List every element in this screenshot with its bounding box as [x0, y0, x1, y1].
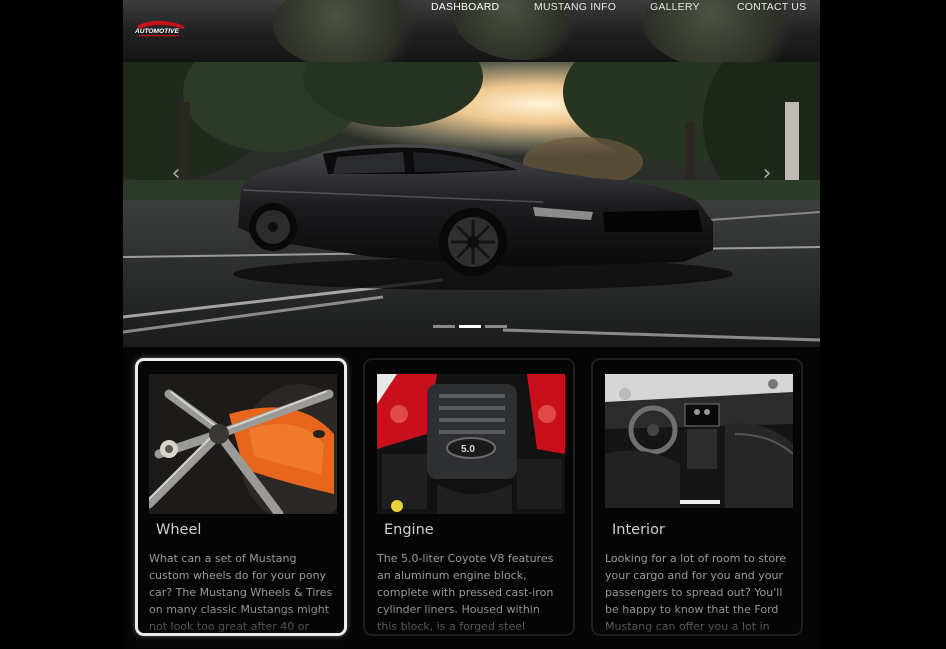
hero-carousel: ‹ › [123, 62, 820, 347]
card-title-wheel: Wheel [156, 522, 202, 538]
carousel-indicator[interactable] [485, 325, 507, 328]
carousel-indicator-active[interactable] [459, 325, 481, 328]
card-image-engine: 5.0 [377, 374, 565, 514]
brand-logo-graphic: AUTOMOTIVE [134, 20, 185, 37]
card-fade [138, 607, 344, 633]
nav-contact-us[interactable]: CONTACT US [737, 1, 806, 13]
card-image-interior [605, 374, 793, 508]
site-header: AUTOMOTIVE DASHBOARD MUSTANG INFO GALLER… [123, 0, 820, 62]
chevron-right-icon: › [762, 161, 772, 186]
chevron-left-icon: ‹ [171, 161, 181, 186]
card-wheel[interactable]: Wheel What can a set of Mustang custom w… [135, 358, 347, 636]
nav-mustang-info[interactable]: MUSTANG INFO [534, 1, 616, 13]
engine-image: 5.0 [377, 374, 565, 514]
hero-slide-image [123, 62, 820, 347]
interior-image [605, 374, 793, 508]
card-fade [365, 608, 573, 634]
card-title-engine: Engine [384, 522, 434, 538]
carousel-indicator[interactable] [433, 325, 455, 328]
card-image-wheel [149, 374, 337, 514]
nav-gallery[interactable]: GALLERY [650, 1, 700, 13]
carousel-prev-button[interactable]: ‹ [166, 162, 186, 186]
main-nav: DASHBOARD MUSTANG INFO GALLERY CONTACT U… [123, 0, 820, 18]
card-interior[interactable]: Interior Looking for a lot of room to st… [591, 358, 803, 636]
engine-badge-text: 5.0 [461, 444, 475, 455]
page-container: AUTOMOTIVE DASHBOARD MUSTANG INFO GALLER… [123, 0, 820, 649]
carousel-next-button[interactable]: › [757, 162, 777, 186]
card-title-interior: Interior [612, 522, 665, 538]
wheel-image [149, 374, 337, 514]
nav-dashboard[interactable]: DASHBOARD [431, 1, 499, 13]
logo-text: AUTOMOTIVE [134, 28, 179, 35]
card-fade [593, 608, 801, 634]
card-engine[interactable]: 5.0 Engine The 5.0-liter Coyote V8 featu… [363, 358, 575, 636]
carousel-indicators [123, 325, 820, 329]
brand-logo[interactable]: AUTOMOTIVE [133, 18, 187, 40]
